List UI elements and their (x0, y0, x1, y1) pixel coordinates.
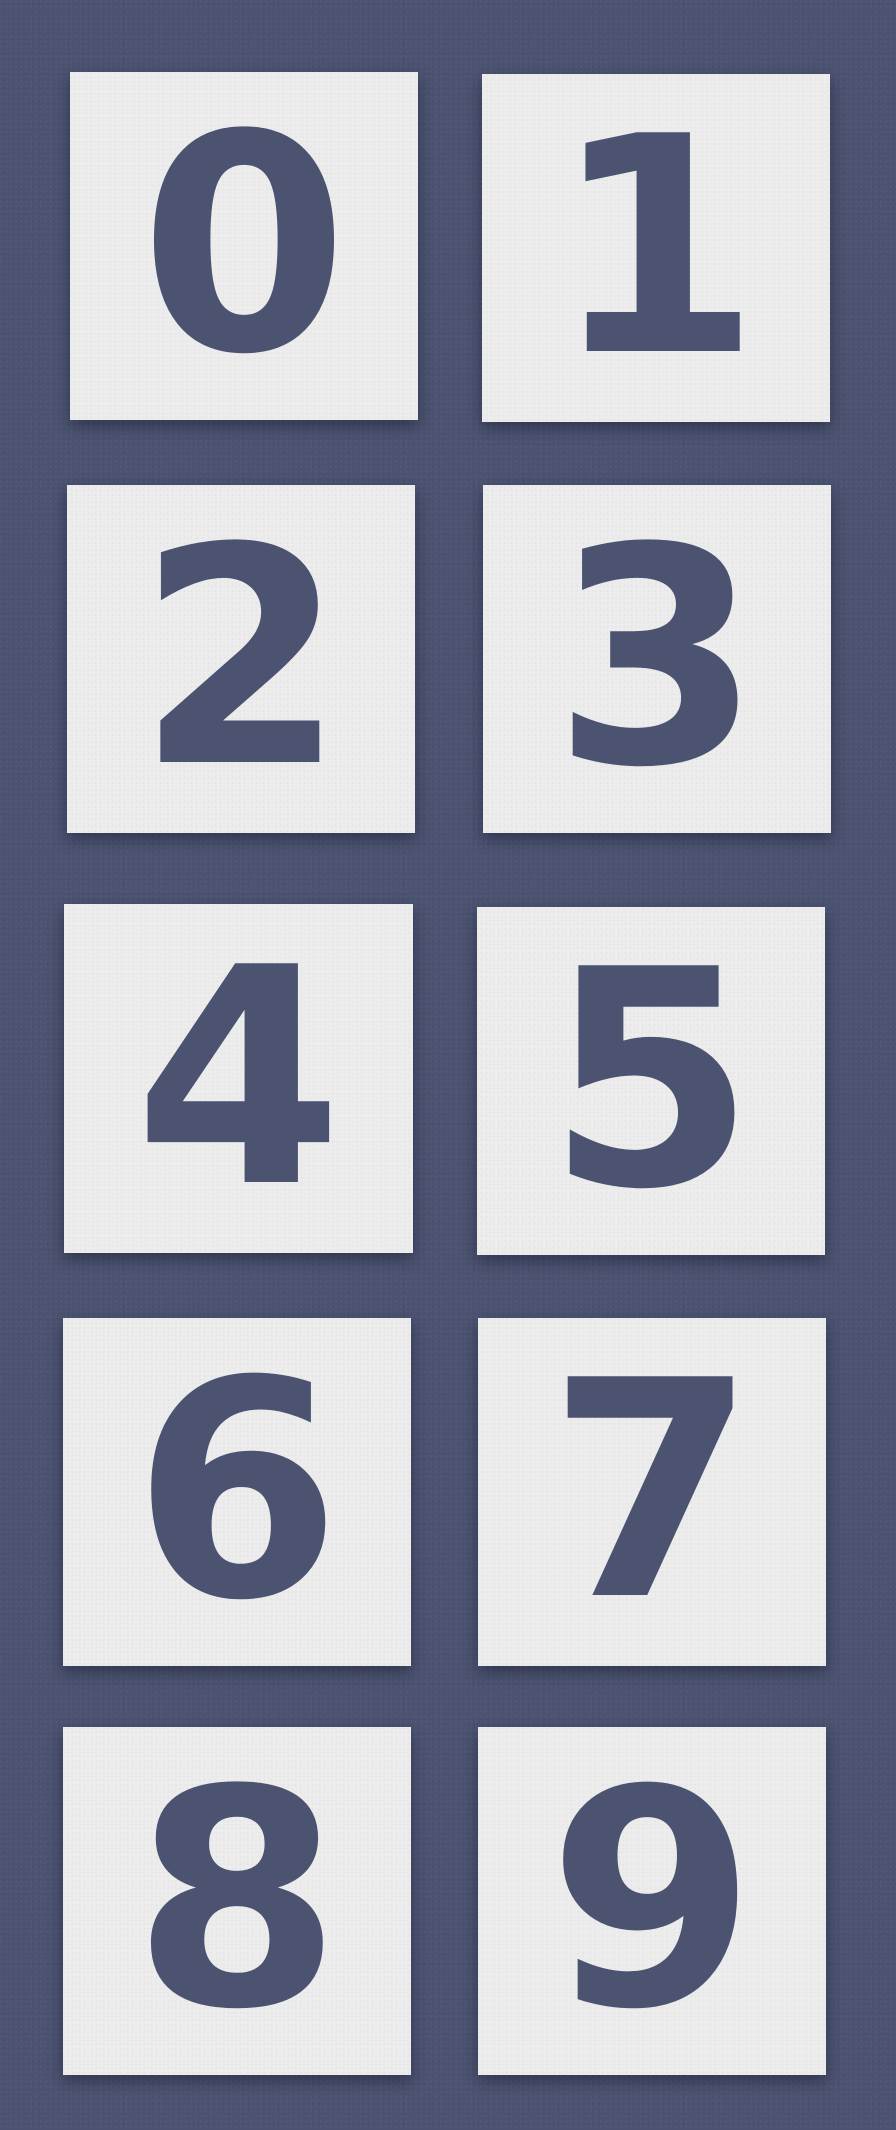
digit-tile-0: 0 (70, 72, 418, 420)
digit-label: 3 (552, 484, 762, 833)
digit-tile-9: 9 (478, 1727, 826, 2075)
digit-label: 8 (132, 1726, 342, 2075)
digit-label: 5 (546, 906, 756, 1255)
digit-tile-4: 4 (64, 904, 413, 1253)
digit-label: 0 (139, 71, 349, 420)
digit-tile-2: 2 (67, 485, 415, 833)
digit-label: 7 (547, 1317, 757, 1666)
digit-tile-grid: 0 1 2 3 4 5 6 7 8 9 (0, 0, 896, 2130)
digit-label: 6 (132, 1317, 342, 1666)
digit-label: 4 (134, 903, 343, 1253)
digit-tile-3: 3 (483, 485, 831, 833)
digit-label: 9 (547, 1726, 757, 2075)
digit-label: 1 (551, 73, 761, 422)
digit-tile-8: 8 (63, 1727, 411, 2075)
digit-label: 2 (136, 484, 346, 833)
digit-tile-7: 7 (478, 1318, 826, 1666)
digit-tile-5: 5 (477, 907, 825, 1255)
digit-tile-1: 1 (482, 74, 830, 422)
digit-tile-6: 6 (63, 1318, 411, 1666)
